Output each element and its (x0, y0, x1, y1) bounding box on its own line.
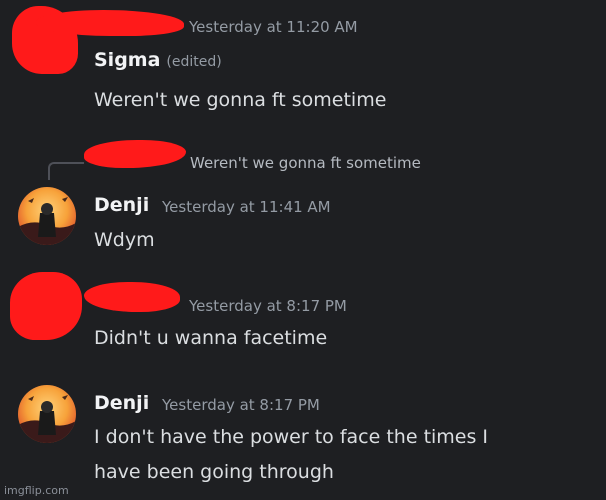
message-username[interactable]: Denji (94, 392, 149, 414)
message-username[interactable]: Denji (94, 194, 149, 216)
redacted-username (36, 10, 184, 36)
avatar[interactable] (18, 385, 76, 443)
reply-preview-text[interactable]: Weren't we gonna ft sometime (190, 154, 421, 172)
message-username[interactable]: Sigma (edited) (94, 49, 222, 71)
message-timestamp[interactable]: Yesterday at 11:20 AM (189, 18, 358, 36)
message-text-line-2: have been going through (94, 461, 334, 483)
message-text-line-1: I don't have the power to face the times… (94, 426, 489, 448)
message-text: Didn't u wanna facetime (94, 327, 328, 349)
message-timestamp[interactable]: Yesterday at 8:17 PM (162, 396, 320, 414)
reply-spine (48, 162, 84, 180)
message-text: Wdym (94, 229, 155, 251)
username-label[interactable]: Sigma (94, 49, 160, 71)
message-timestamp[interactable]: Yesterday at 11:41 AM (162, 198, 331, 216)
message-text: Weren't we gonna ft sometime (94, 89, 387, 111)
message-timestamp[interactable]: Yesterday at 8:17 PM (189, 297, 347, 315)
avatar[interactable] (18, 187, 76, 245)
redacted-username (84, 282, 180, 312)
redacted-reply-username (84, 140, 186, 168)
redacted-avatar (10, 272, 82, 340)
edited-label: (edited) (166, 54, 222, 70)
watermark: imgflip.com (4, 484, 69, 497)
avatar-image (18, 395, 76, 443)
avatar-image (18, 197, 76, 245)
